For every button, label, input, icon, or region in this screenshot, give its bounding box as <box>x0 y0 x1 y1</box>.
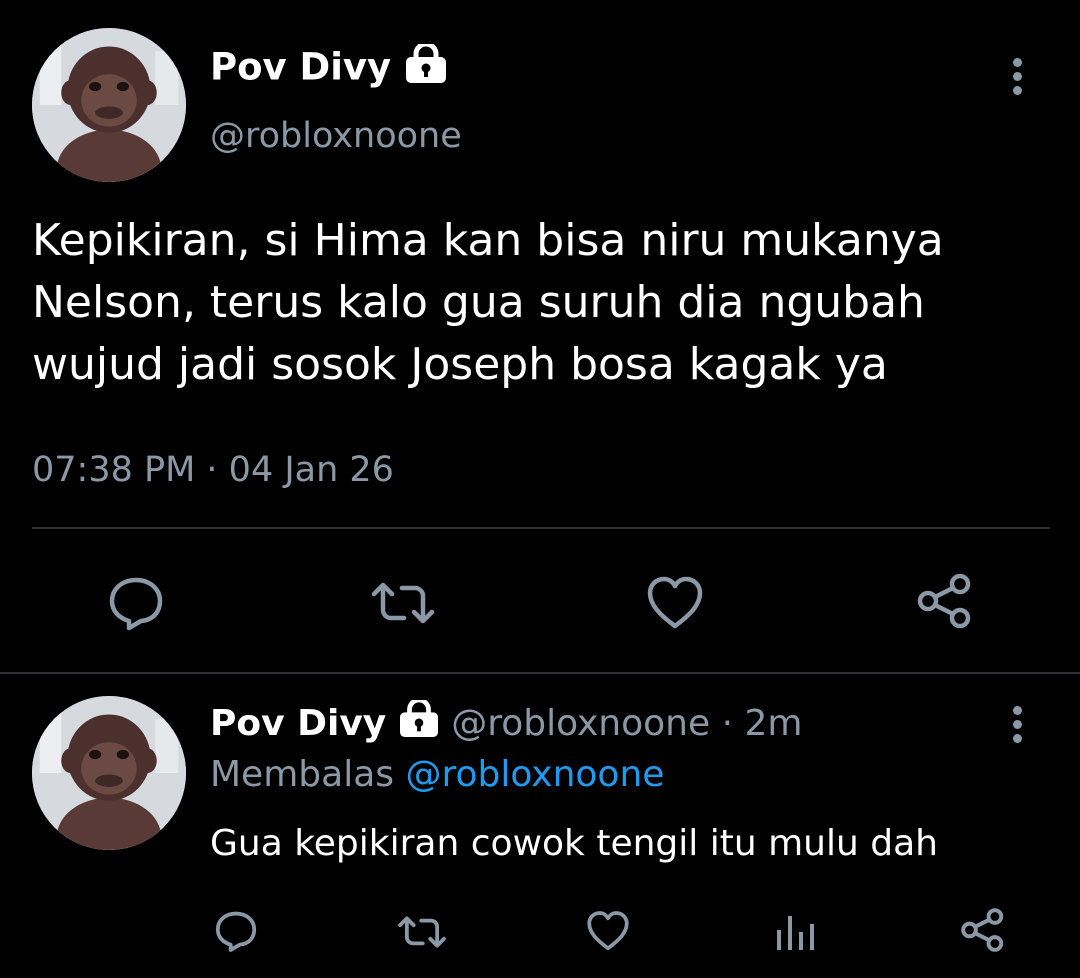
share-icon[interactable] <box>960 907 1006 953</box>
display-name[interactable]: Pov Divy <box>210 703 386 744</box>
like-icon[interactable] <box>645 575 705 631</box>
retweet-icon[interactable] <box>370 580 436 626</box>
handle[interactable]: @robloxnoone <box>210 114 462 158</box>
reply-icon[interactable] <box>107 575 165 631</box>
timestamp[interactable]: 07:38 PM · 04 Jan 26 <box>32 446 394 494</box>
display-name-row[interactable]: Pov Divy <box>210 41 448 94</box>
tweet-text-line: Kepikiran, si Hima kan bisa niru mukanya <box>32 215 944 266</box>
analytics-icon[interactable] <box>775 912 817 952</box>
display-name[interactable]: Pov Divy <box>210 46 391 89</box>
tweet-text-line: wujud jadi sosok Joseph bosa kagak ya <box>32 339 888 390</box>
like-icon[interactable] <box>585 910 631 952</box>
divider <box>32 527 1050 529</box>
tweet-text-line: Nelson, terus kalo gua suruh dia ngubah <box>32 277 925 328</box>
reply-header: Pov Divy @robloxnoone · 2m <box>210 697 803 750</box>
section-divider <box>0 672 1080 674</box>
avatar[interactable] <box>32 28 186 182</box>
retweet-icon[interactable] <box>397 914 447 950</box>
reply-text: Gua kepikiran cowok tengil itu mulu dah <box>210 823 938 864</box>
relative-time[interactable]: 2m <box>745 703 803 744</box>
lock-icon <box>404 41 448 94</box>
monkey-avatar-icon <box>32 696 186 850</box>
replying-prefix: Membalas <box>210 754 395 795</box>
handle[interactable]: @robloxnoone <box>451 703 710 744</box>
lock-icon <box>398 697 440 750</box>
share-icon[interactable] <box>916 572 974 630</box>
more-options-icon[interactable] <box>1011 706 1023 748</box>
avatar[interactable] <box>32 696 186 850</box>
more-options-icon[interactable] <box>1011 58 1023 100</box>
reply-icon[interactable] <box>214 909 258 953</box>
tweet-text: Kepikiran, si Hima kan bisa niru mukanya… <box>32 210 1072 396</box>
monkey-avatar-icon <box>32 28 186 182</box>
time-separator: · <box>721 703 734 744</box>
replying-to-line: Membalas @robloxnoone <box>210 752 664 798</box>
replying-to-link[interactable]: @robloxnoone <box>405 754 664 795</box>
